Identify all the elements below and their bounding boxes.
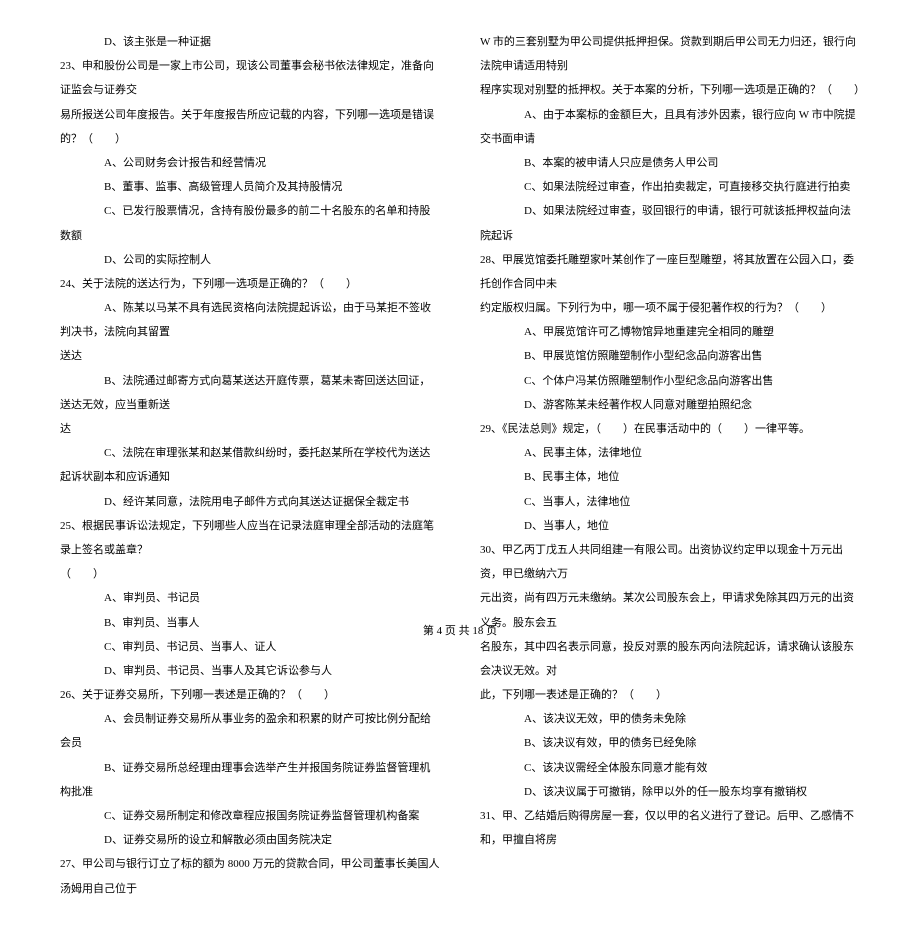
left-line: A、陈某以马某不具有选民资格向法院提起诉讼，由于马某拒不签收判决书，法院向其留置	[60, 296, 440, 344]
left-line: 26、关于证券交易所，下列哪一表述是正确的？（ ）	[60, 683, 440, 707]
left-line: B、法院通过邮寄方式向葛某送达开庭传票，葛某未寄回送达回证，送达无效，应当重新送	[60, 369, 440, 417]
left-line: B、证券交易所总经理由理事会选举产生并报国务院证券监督管理机构批准	[60, 756, 440, 804]
left-line: 易所报送公司年度报告。关于年度报告所应记载的内容，下列哪一选项是错误的？（ ）	[60, 103, 440, 151]
left-line: 送达	[60, 344, 440, 368]
left-line: B、董事、监事、高级管理人员简介及其持股情况	[60, 175, 440, 199]
left-line: D、该主张是一种证据	[60, 30, 440, 54]
left-line: A、会员制证券交易所从事业务的盈余和积累的财产可按比例分配给会员	[60, 707, 440, 755]
right-line: C、个体户冯某仿照雕塑制作小型纪念品向游客出售	[480, 369, 860, 393]
right-line: 名股东，其中四名表示同意，投反对票的股东丙向法院起诉，请求确认该股东会决议无效。…	[480, 635, 860, 683]
right-line: B、本案的被申请人只应是债务人甲公司	[480, 151, 860, 175]
right-line: B、甲展览馆仿照雕塑制作小型纪念品向游客出售	[480, 344, 860, 368]
right-line: D、如果法院经过审查，驳回银行的申请，银行可就该抵押权益向法院起诉	[480, 199, 860, 247]
right-line: 29、《民法总则》规定，（ ）在民事活动中的（ ）一律平等。	[480, 417, 860, 441]
left-line: C、证券交易所制定和修改章程应报国务院证券监督管理机构备案	[60, 804, 440, 828]
right-line: D、游客陈某未经著作权人同意对雕塑拍照纪念	[480, 393, 860, 417]
right-line: C、当事人，法律地位	[480, 490, 860, 514]
left-line: 达	[60, 417, 440, 441]
right-line: 约定版权归属。下列行为中，哪一项不属于侵犯著作权的行为？（ ）	[480, 296, 860, 320]
left-line: C、已发行股票情况，含持有股份最多的前二十名股东的名单和持股数额	[60, 199, 440, 247]
left-line: 24、关于法院的送达行为，下列哪一选项是正确的？（ ）	[60, 272, 440, 296]
right-line: A、甲展览馆许可乙博物馆异地重建完全相同的雕塑	[480, 320, 860, 344]
right-line: A、由于本案标的金额巨大，且具有涉外因素，银行应向 W 市中院提交书面申请	[480, 103, 860, 151]
right-line: 28、甲展览馆委托雕塑家叶某创作了一座巨型雕塑，将其放置在公园入口，委托创作合同…	[480, 248, 860, 296]
left-line: D、审判员、书记员、当事人及其它诉讼参与人	[60, 659, 440, 683]
page-footer: 第 4 页 共 18 页	[0, 622, 920, 638]
right-line: C、该决议需经全体股东同意才能有效	[480, 756, 860, 780]
right-line: 30、甲乙丙丁戊五人共同组建一有限公司。出资协议约定甲以现金十万元出资，甲已缴纳…	[480, 538, 860, 586]
left-line: D、公司的实际控制人	[60, 248, 440, 272]
left-line: D、经许某同意，法院用电子邮件方式向其送达证据保全裁定书	[60, 490, 440, 514]
left-line: 23、申和股份公司是一家上市公司，现该公司董事会秘书依法律规定，准备向证监会与证…	[60, 54, 440, 102]
right-line: A、该决议无效，甲的债务未免除	[480, 707, 860, 731]
left-line: （ ）	[60, 562, 440, 586]
left-line: A、审判员、书记员	[60, 586, 440, 610]
left-line: C、法院在审理张某和赵某借款纠纷时，委托赵某所在学校代为送达起诉状副本和应诉通知	[60, 441, 440, 489]
right-column: W 市的三套别墅为甲公司提供抵押担保。贷款到期后甲公司无力归还，银行向法院申请适…	[480, 30, 860, 901]
right-line: C、如果法院经过审查，作出拍卖裁定，可直接移交执行庭进行拍卖	[480, 175, 860, 199]
right-line: W 市的三套别墅为甲公司提供抵押担保。贷款到期后甲公司无力归还，银行向法院申请适…	[480, 30, 860, 78]
right-line: 程序实现对别墅的抵押权。关于本案的分析，下列哪一选项是正确的？（ ）	[480, 78, 860, 102]
right-line: 31、甲、乙结婚后购得房屋一套，仅以甲的名义进行了登记。后甲、乙感情不和，甲擅自…	[480, 804, 860, 852]
right-line: A、民事主体，法律地位	[480, 441, 860, 465]
right-line: D、当事人，地位	[480, 514, 860, 538]
right-line: B、该决议有效，甲的债务已经免除	[480, 731, 860, 755]
left-line: C、审判员、书记员、当事人、证人	[60, 635, 440, 659]
left-line: A、公司财务会计报告和经营情况	[60, 151, 440, 175]
right-line: B、民事主体，地位	[480, 465, 860, 489]
left-line: 25、根据民事诉讼法规定，下列哪些人应当在记录法庭审理全部活动的法庭笔录上签名或…	[60, 514, 440, 562]
left-column: D、该主张是一种证据23、申和股份公司是一家上市公司，现该公司董事会秘书依法律规…	[60, 30, 440, 901]
left-line: D、证券交易所的设立和解散必须由国务院决定	[60, 828, 440, 852]
page-container: D、该主张是一种证据23、申和股份公司是一家上市公司，现该公司董事会秘书依法律规…	[0, 0, 920, 926]
left-line: 27、甲公司与银行订立了标的额为 8000 万元的贷款合同，甲公司董事长美国人汤…	[60, 852, 440, 900]
right-line: D、该决议属于可撤销，除甲以外的任一股东均享有撤销权	[480, 780, 860, 804]
right-line: 此，下列哪一表述是正确的？（ ）	[480, 683, 860, 707]
